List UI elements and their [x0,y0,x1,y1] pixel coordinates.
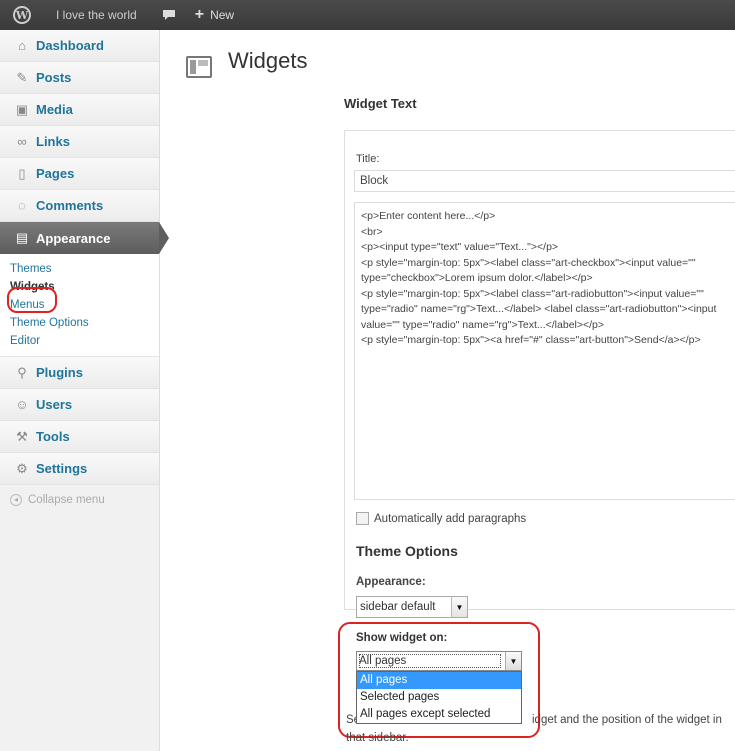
sidebar-item-label: Users [36,397,73,412]
sidebar-item-users[interactable]: ☺ Users [0,389,159,421]
link-icon: ∞ [17,134,27,149]
content-textarea[interactable]: <p>Enter content here...</p> <br> <p><in… [354,202,735,500]
description-line2: that sidebar. [346,732,409,744]
submenu-item-themes[interactable]: Themes [10,260,159,278]
title-label: Title: [356,153,380,165]
site-name-link[interactable]: I love the world [44,0,149,30]
admin-bar: W I love the world + New [0,0,735,30]
sidebar-item-links[interactable]: ∞ Links [0,126,159,158]
sidebar-item-dashboard[interactable]: ⌂ Dashboard [0,30,159,62]
media-icon: ▣ [15,101,29,117]
collapse-arrow-icon: ◂ [10,494,22,506]
chevron-down-icon: ▼ [451,597,467,617]
new-label: New [210,8,235,22]
house-icon: ⌂ [18,38,26,53]
autop-label: Automatically add paragraphs [374,512,527,525]
dropdown-option-all-pages[interactable]: All pages [357,672,521,689]
wordpress-logo-icon[interactable]: W [0,0,44,30]
sidebar-item-settings[interactable]: ⚙ Settings [0,453,159,485]
pushpin-icon: ✎ [16,69,28,85]
sidebar-item-tools[interactable]: ⚒ Tools [0,421,159,453]
show-widget-select-value: All pages [357,652,503,670]
show-widget-label: Show widget on: [356,632,448,644]
sidebar-item-label: Posts [36,70,72,85]
submenu-item-editor[interactable]: Editor [10,332,159,350]
sidebar-item-posts[interactable]: ✎ Posts [0,62,159,94]
show-widget-dropdown-list: All pages Selected pages All pages excep… [356,671,522,724]
sidebar-item-label: Media [36,102,73,117]
sidebar-item-appearance[interactable]: ▤ Appearance [0,222,169,254]
widget-heading: Widget Text [344,96,417,111]
theme-options-heading: Theme Options [356,543,458,559]
collapse-menu-button[interactable]: ◂ Collapse menu [0,485,159,515]
plug-icon: ⚲ [17,364,27,380]
sidebar-item-label: Settings [36,461,88,476]
sidebar-item-comments[interactable]: ◌ Comments [0,190,159,222]
submenu-item-theme-options[interactable]: Theme Options [10,314,159,332]
dropdown-option-all-except-selected[interactable]: All pages except selected [357,706,521,723]
tools-icon: ⚒ [16,428,28,444]
users-icon: ☺ [15,397,29,412]
sidebar-item-label: Tools [36,429,70,444]
widgets-highlight-annotation [7,287,57,313]
speech-bubble-icon[interactable] [149,0,189,30]
widgets-page-icon [186,56,212,78]
sidebar-item-label: Dashboard [36,38,104,53]
chevron-down-icon: ▼ [505,652,521,670]
appearance-select-value: sidebar default [360,601,436,613]
page-title: Widgets [228,48,308,73]
dropdown-option-selected-pages[interactable]: Selected pages [357,689,521,706]
admin-sidebar: ⌂ Dashboard ✎ Posts ▣ Media ∞ Links ▯ Pa… [0,30,169,751]
appearance-select[interactable]: sidebar default ▼ [356,596,468,618]
sidebar-item-label: Pages [36,166,75,181]
sidebar-item-pages[interactable]: ▯ Pages [0,158,159,190]
page-icon: ▯ [18,165,26,181]
title-input[interactable] [354,170,735,192]
new-content-button[interactable]: + New [189,0,240,30]
settings-icon: ⚙ [16,460,28,476]
plus-icon: + [194,6,205,23]
sidebar-item-plugins[interactable]: ⚲ Plugins [0,357,159,389]
autop-checkbox[interactable] [356,512,369,525]
sidebar-item-label: Plugins [36,365,83,380]
comment-icon: ◌ [18,198,26,213]
collapse-menu-label: Collapse menu [28,494,105,506]
sidebar-item-label: Links [36,134,70,149]
autop-checkbox-row[interactable]: Automatically add paragraphs [356,512,526,525]
sidebar-item-media[interactable]: ▣ Media [0,94,159,126]
description-text: idget and the position of the widget in [532,714,722,726]
show-widget-select[interactable]: All pages ▼ [356,651,522,671]
appearance-icon: ▤ [15,230,29,245]
sidebar-item-label: Appearance [36,230,111,246]
sidebar-item-label: Comments [36,198,104,213]
appearance-label: Appearance: [356,576,426,588]
